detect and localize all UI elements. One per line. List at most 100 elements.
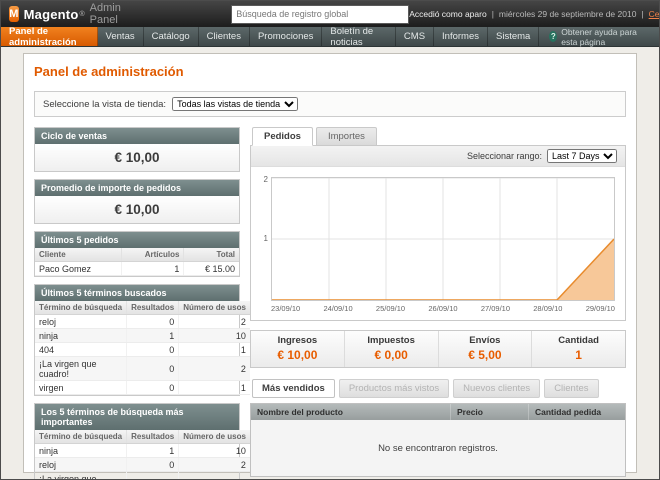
cell-term: virgen: [35, 381, 127, 395]
column-header: Cantidad pedida: [529, 404, 625, 420]
tab-bestsellers[interactable]: Más vendidos: [252, 379, 335, 398]
dashboard-left-column: Ciclo de ventas € 10,00 Promedio de impo…: [34, 127, 240, 480]
cell-results: 0: [127, 472, 179, 480]
table-row[interactable]: 404 0 1: [35, 343, 250, 357]
magento-logo: M Magento ® Admin Panel: [9, 2, 127, 26]
last-orders-title: Últimos 5 pedidos: [35, 232, 239, 248]
separator: |: [641, 9, 643, 19]
cell-results: 0: [127, 381, 179, 395]
column-header: Cliente: [35, 248, 122, 262]
x-axis-tick: 23/09/10: [271, 304, 300, 313]
lifetime-sales-value: € 10,00: [35, 144, 239, 171]
column-header: Término de búsqueda: [35, 301, 127, 315]
top-search-title: Los 5 términos de búsqueda más important…: [35, 404, 239, 430]
cell-uses: 2: [179, 458, 250, 472]
lifetime-sales-block: Ciclo de ventas € 10,00: [34, 127, 240, 172]
tab-new-customers[interactable]: Nuevos clientes: [453, 379, 540, 398]
logo-subtitle: Admin Panel: [90, 2, 128, 26]
bottom-tabs: Más vendidos Productos más vistos Nuevos…: [250, 379, 626, 398]
cell-uses: 10: [179, 329, 250, 343]
nav-item-catalog[interactable]: Catálogo: [144, 27, 199, 46]
last-search-table: Término de búsqueda Resultados Número de…: [35, 301, 250, 395]
total-label: Envíos: [439, 335, 532, 346]
range-label: Seleccionar rango:: [467, 151, 542, 161]
nav-item-customers[interactable]: Clientes: [199, 27, 250, 46]
nav-item-sales[interactable]: Ventas: [98, 27, 144, 46]
x-axis-tick: 26/09/10: [428, 304, 457, 313]
logged-in-as: Accedió como aparo: [409, 9, 487, 19]
cell-uses: 2: [179, 315, 250, 329]
table-row[interactable]: ¡La virgen que cuadro! 0 2: [35, 357, 250, 381]
magento-logo-icon: M: [9, 6, 19, 22]
user-info: Accedió como aparo | miércoles 29 de sep…: [409, 9, 660, 19]
x-axis-tick: 25/09/10: [376, 304, 405, 313]
x-axis-tick: 27/09/10: [481, 304, 510, 313]
dashboard-panel: Panel de administración Seleccione la vi…: [23, 53, 637, 473]
cell-customer: Paco Gomez: [35, 262, 122, 276]
tab-customers[interactable]: Clientes: [544, 379, 598, 398]
store-view-select[interactable]: Todas las vistas de tienda: [172, 97, 298, 111]
table-row[interactable]: ¡La virgen que cuadro! 0 2: [35, 472, 250, 480]
logout-link[interactable]: Cerrar Sesión: [649, 9, 660, 19]
column-header: Resultados: [127, 301, 179, 315]
tab-most-viewed[interactable]: Productos más vistos: [339, 379, 449, 398]
total-label: Cantidad: [532, 335, 625, 346]
global-search: [231, 4, 409, 24]
average-orders-block: Promedio de importe de pedidos € 10,00: [34, 179, 240, 224]
cell-uses: 1: [179, 343, 250, 357]
nav-item-dashboard[interactable]: Panel de administración: [1, 27, 98, 46]
content-area: Panel de administración Seleccione la vi…: [1, 47, 659, 473]
tab-orders[interactable]: Pedidos: [252, 127, 313, 146]
orders-chart-panel: Seleccionar rango: Last 7 Days 2 1 23/09…: [250, 145, 626, 321]
nav-item-cms[interactable]: CMS: [396, 27, 434, 46]
top-search-block: Los 5 términos de búsqueda más important…: [34, 403, 240, 480]
nav-item-newsletter[interactable]: Boletín de noticias: [322, 27, 396, 46]
cell-term: reloj: [35, 315, 127, 329]
cell-results: 0: [127, 315, 179, 329]
totals-bar: Ingresos € 10,00 Impuestos € 0,00 Envíos…: [250, 330, 626, 368]
range-select[interactable]: Last 7 Days: [547, 149, 617, 163]
cell-results: 1: [127, 444, 179, 458]
separator: |: [492, 9, 494, 19]
total-label: Ingresos: [251, 335, 344, 346]
dashboard-right-column: Pedidos Importes Seleccionar rango: Last…: [250, 127, 626, 480]
total-revenue: Ingresos € 10,00: [251, 331, 345, 367]
column-header: Artículos: [122, 248, 184, 262]
column-header: Total: [184, 248, 239, 262]
table-row[interactable]: ninja 1 10: [35, 444, 250, 458]
x-axis-tick: 29/09/10: [586, 304, 615, 313]
table-row[interactable]: Paco Gomez 1 € 15.00: [35, 262, 239, 276]
total-shipping: Envíos € 5,00: [439, 331, 533, 367]
table-row[interactable]: reloj 0 2: [35, 458, 250, 472]
global-search-input[interactable]: [231, 5, 409, 24]
tab-amounts[interactable]: Importes: [316, 127, 377, 146]
nav-item-reports[interactable]: Informes: [434, 27, 488, 46]
table-row[interactable]: reloj 0 2: [35, 315, 250, 329]
cell-uses: 10: [179, 444, 250, 458]
top-search-table: Término de búsqueda Resultados Número de…: [35, 430, 250, 480]
x-axis-tick: 28/09/10: [533, 304, 562, 313]
cell-results: 0: [127, 458, 179, 472]
table-row[interactable]: ninja 1 10: [35, 329, 250, 343]
total-value: € 5,00: [439, 348, 532, 362]
cell-results: 0: [127, 343, 179, 357]
range-bar: Seleccionar rango: Last 7 Days: [251, 146, 625, 167]
nav-item-system[interactable]: Sistema: [488, 27, 539, 46]
last-search-title: Últimos 5 términos buscados: [35, 285, 239, 301]
cell-term: 404: [35, 343, 127, 357]
table-row[interactable]: virgen 0 1: [35, 381, 250, 395]
cell-items: 1: [122, 262, 184, 276]
help-icon: ?: [549, 31, 557, 42]
cell-term: ¡La virgen que cuadro!: [35, 472, 127, 480]
cell-uses: 2: [179, 472, 250, 480]
main-nav: Panel de administración Ventas Catálogo …: [1, 27, 659, 47]
column-header: Precio: [451, 404, 529, 420]
column-header: Nombre del producto: [251, 404, 451, 420]
nav-item-promotions[interactable]: Promociones: [250, 27, 322, 46]
empty-records-message: No se encontraron registros.: [251, 420, 625, 476]
magento-admin-window: M Magento ® Admin Panel Accedió como apa…: [0, 0, 660, 480]
help-link[interactable]: ? Obtener ayuda para esta página: [539, 27, 659, 46]
column-header: Término de búsqueda: [35, 430, 127, 444]
cell-term: ¡La virgen que cuadro!: [35, 357, 127, 381]
x-axis-labels: 23/09/10 24/09/10 25/09/10 26/09/10 27/0…: [271, 304, 615, 313]
